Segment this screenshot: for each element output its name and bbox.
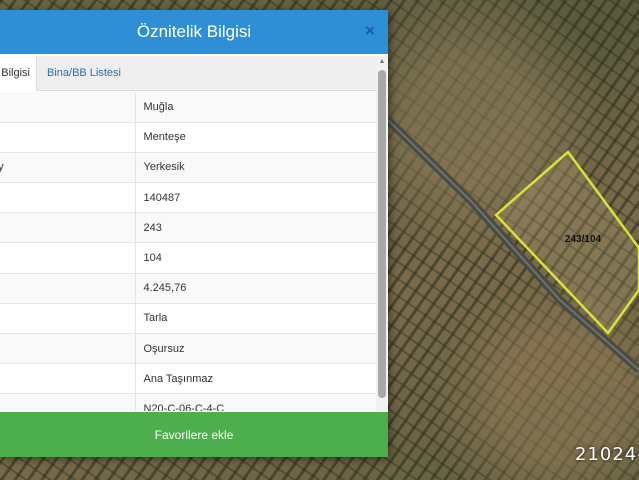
tab-building-list[interactable]: Bina/BB Listesi	[37, 56, 131, 91]
scroll-up-icon[interactable]: ▲	[376, 56, 388, 68]
attribute-value: Tarla	[135, 303, 376, 335]
parcel-label: 243/104	[565, 234, 602, 245]
add-to-favorites-button[interactable]: Favorilere ekle	[0, 412, 388, 457]
attribute-table[interactable]: MuğlaMenteşe öy Yerkesiko140487243104ı4.24…	[0, 92, 376, 411]
dialog-title: Öznitelik Bilgisi	[136, 22, 252, 41]
attribute-key-cell	[0, 122, 136, 153]
table-row: Tarla	[0, 303, 376, 335]
attribute-value: Ana Taşınmaz	[135, 363, 376, 395]
attribute-key-cell: öy	[0, 152, 136, 184]
attribute-key-cell	[0, 393, 136, 411]
attribute-value: N20-C-06-C-4-C	[135, 393, 376, 411]
table-row: ı4.245,76	[0, 273, 376, 304]
attribute-value: Oşursuz	[135, 333, 376, 365]
attribute-key-cell: o	[0, 182, 136, 214]
attribute-key-cell	[0, 303, 136, 335]
attribute-key-cell	[0, 363, 136, 395]
table-row: Menteşe	[0, 122, 376, 153]
scrollbar-thumb[interactable]	[378, 70, 386, 398]
table-row: 104	[0, 242, 376, 274]
tab-parcel-info[interactable]: Bilgisi	[0, 56, 37, 91]
attribute-info-dialog: Öznitelik Bilgisi × Bilgisi Bina/BB List…	[0, 10, 388, 457]
attribute-key-cell	[0, 242, 136, 274]
table-row: N20-C-06-C-4-C	[0, 393, 376, 411]
attribute-value: Menteşe	[135, 122, 376, 153]
attribute-key: öy	[0, 161, 4, 173]
dialog-header: Öznitelik Bilgisi ×	[0, 10, 388, 54]
dialog-tabs: Bilgisi Bina/BB Listesi	[0, 56, 376, 91]
table-row: Ana Taşınmaz	[0, 363, 376, 395]
attribute-value: 243	[135, 212, 376, 244]
scrollbar[interactable]: ▲ ▼	[376, 56, 388, 421]
attribute-value: Yerkesik	[135, 152, 376, 184]
attribute-value: 140487	[135, 182, 376, 214]
table-row: Oşursuz	[0, 333, 376, 365]
table-row: 243	[0, 212, 376, 244]
attribute-key-cell	[0, 212, 136, 244]
table-row: Muğla	[0, 92, 376, 123]
attribute-value: Muğla	[135, 92, 376, 123]
attribute-key-cell	[0, 333, 136, 365]
table-row: o140487	[0, 182, 376, 214]
listing-watermark: 21024-	[575, 444, 639, 465]
attribute-key-cell: ı	[0, 273, 136, 304]
attribute-value: 4.245,76	[135, 273, 376, 304]
attribute-key-cell	[0, 92, 136, 123]
attribute-value: 104	[135, 242, 376, 274]
table-row: öy Yerkesik	[0, 152, 376, 184]
close-icon[interactable]: ×	[362, 22, 378, 40]
